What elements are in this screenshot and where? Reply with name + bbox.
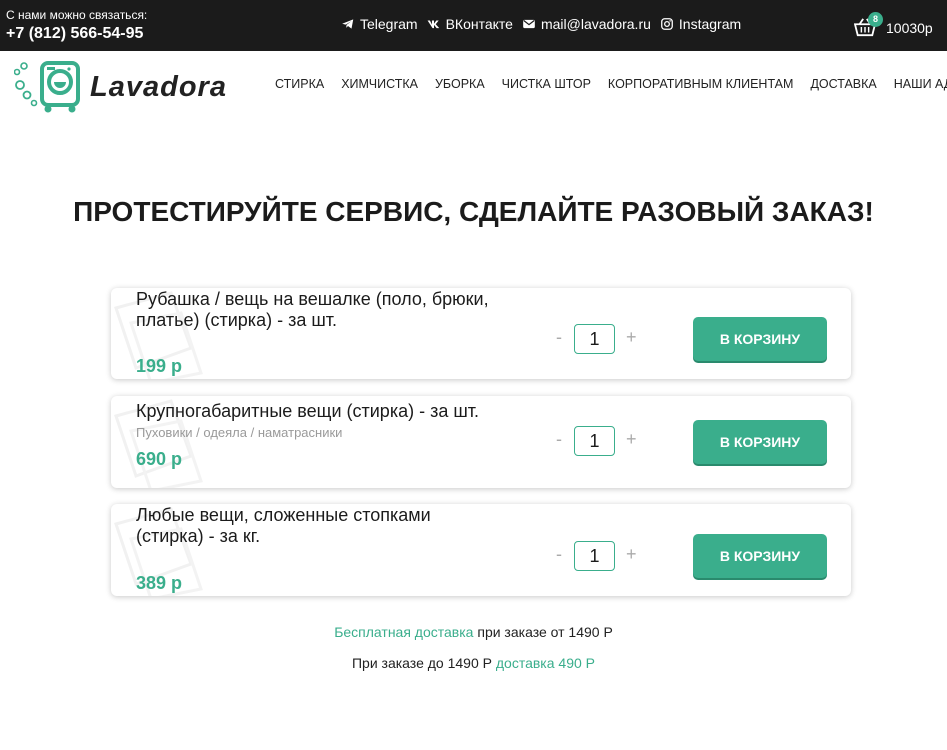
page-title: ПРОТЕСТИРУЙТЕ СЕРВИС, СДЕЛАЙТЕ РАЗОВЫЙ З… [73, 196, 874, 227]
qty-decrease-button[interactable]: - [556, 429, 562, 450]
free-delivery-text: при заказе от 1490 Р [473, 624, 613, 640]
product-subtitle: Пуховики / одеяла / наматрасники [136, 425, 343, 440]
product-price: 389 р [136, 573, 183, 593]
washing-machine-logo-icon [14, 61, 80, 113]
product-title: Любые вещи, сложенные стопками (стирка) … [136, 505, 431, 546]
contact-caption: С нами можно связаться: [6, 8, 148, 22]
email-label: mail@lavadora.ru [540, 16, 651, 32]
logo-text: Lavadora [90, 71, 227, 103]
social-links: Telegram ВКонтакте mail@lavadora.ru Inst… [341, 16, 741, 32]
cart-count-badge: 8 [868, 12, 883, 27]
vk-link[interactable]: ВКонтакте [427, 16, 513, 32]
vk-icon [427, 20, 439, 29]
qty-decrease-button[interactable]: - [556, 544, 562, 565]
product-title: Крупногабаритные вещи (стирка) - за шт. [136, 401, 480, 421]
qty-increase-button[interactable]: + [626, 429, 637, 450]
instagram-link[interactable]: Instagram [660, 16, 741, 32]
instagram-icon [660, 18, 673, 30]
cart-total: 10030р [886, 20, 933, 36]
paid-delivery-text: При заказе до 1490 Р [351, 655, 496, 671]
cart-button[interactable]: 8 10030р [854, 12, 944, 41]
quantity-stepper: - + [552, 541, 652, 571]
qty-input[interactable] [574, 541, 615, 571]
qty-increase-button[interactable]: + [626, 544, 637, 565]
add-to-cart-button[interactable]: В КОРЗИНУ [693, 317, 827, 361]
nav-item-cleaning[interactable]: УБОРКА [435, 77, 485, 91]
nav-item-delivery[interactable]: ДОСТАВКА [810, 77, 876, 91]
paid-delivery-note: При заказе до 1490 Р доставка 490 Р [0, 655, 947, 671]
product-card: Любые вещи, сложенные стопками (стирка) … [111, 504, 851, 596]
qty-increase-button[interactable]: + [626, 327, 637, 348]
phone-link[interactable]: +7 (812) 566-54-95 [6, 25, 143, 43]
qty-input[interactable] [574, 426, 615, 456]
vk-label: ВКонтакте [445, 16, 513, 32]
product-title: Рубашка / вещь на вешалке (поло, брюки, … [136, 289, 489, 330]
telegram-label: Telegram [360, 16, 418, 32]
top-bar: С нами можно связаться: +7 (812) 566-54-… [0, 0, 947, 51]
add-to-cart-button[interactable]: В КОРЗИНУ [693, 534, 827, 578]
telegram-link[interactable]: Telegram [341, 16, 418, 32]
product-card: Рубашка / вещь на вешалке (поло, брюки, … [111, 288, 851, 379]
qty-input[interactable] [574, 324, 615, 354]
nav-item-corporate[interactable]: КОРПОРАТИВНЫМ КЛИЕНТАМ [608, 77, 794, 91]
quantity-stepper: - + [552, 426, 652, 456]
main-nav: СТИРКА ХИМЧИСТКА УБОРКА ЧИСТКА ШТОР КОРП… [275, 77, 947, 91]
free-delivery-note: Бесплатная доставка при заказе от 1490 Р [0, 624, 947, 640]
nav-item-dry-cleaning[interactable]: ХИМЧИСТКА [341, 77, 418, 91]
product-price: 199 р [136, 356, 183, 376]
mail-icon [523, 19, 535, 29]
logo[interactable]: Lavadora [14, 59, 234, 115]
nav-item-washing[interactable]: СТИРКА [275, 77, 324, 91]
product-price: 690 р [136, 449, 183, 469]
email-link[interactable]: mail@lavadora.ru [522, 16, 651, 32]
add-to-cart-button[interactable]: В КОРЗИНУ [693, 420, 827, 464]
quantity-stepper: - + [552, 324, 652, 354]
nav-item-curtain-cleaning[interactable]: ЧИСТКА ШТОР [502, 77, 591, 91]
product-card: Крупногабаритные вещи (стирка) - за шт. … [111, 396, 851, 488]
free-delivery-link[interactable]: Бесплатная доставка [334, 624, 473, 640]
paid-delivery-link[interactable]: доставка 490 Р [496, 655, 595, 671]
nav-item-addresses[interactable]: НАШИ АДРЕСА [894, 77, 947, 91]
instagram-label: Instagram [678, 16, 742, 32]
telegram-icon [342, 19, 354, 29]
qty-decrease-button[interactable]: - [556, 327, 562, 348]
